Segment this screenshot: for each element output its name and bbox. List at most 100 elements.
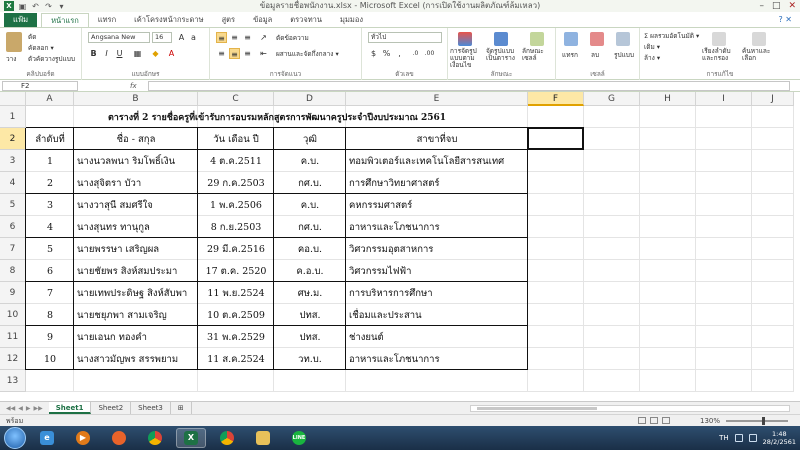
insert-function-icon[interactable]: fx [130, 80, 137, 92]
table-row-cell[interactable]: ค.อ.บ. [277, 260, 343, 282]
align-center-icon[interactable]: ≡ [229, 48, 240, 59]
paste-button[interactable]: วาง [6, 54, 16, 64]
page-break-view-icon[interactable] [662, 417, 670, 424]
align-bottom-icon[interactable]: ≡ [242, 32, 253, 43]
format-cells-icon[interactable] [616, 32, 630, 46]
table-row-cell[interactable]: 17 ต.ค. 2520 [201, 260, 271, 282]
table-row-cell[interactable]: นางสาวมัญพร สรรพยาม [77, 348, 195, 370]
row-header-4[interactable]: 4 [0, 172, 26, 194]
taskbar-clock[interactable]: 1:48 28/2/2561 [763, 430, 796, 446]
font-color-icon[interactable]: A [166, 48, 177, 59]
column-header-g[interactable]: G [584, 92, 640, 106]
increase-decimal-icon[interactable]: .0 [410, 48, 421, 59]
clear-button[interactable]: ล้าง ▾ [644, 53, 660, 63]
first-sheet-icon[interactable]: ◀◀ [6, 405, 15, 412]
row-header-2[interactable]: 2 [0, 128, 26, 150]
font-name-combo[interactable]: Angsana New [88, 32, 150, 43]
table-row-cell[interactable]: 1 [29, 150, 71, 172]
wrap-text-button[interactable]: ตัดข้อความ [276, 33, 309, 43]
table-row-cell[interactable]: ศษ.ม. [277, 282, 343, 304]
table-row-cell[interactable]: ค.บ. [277, 194, 343, 216]
maximize-button[interactable]: □ [772, 0, 781, 12]
column-header-c[interactable]: C [198, 92, 274, 106]
table-row-cell[interactable]: นางสุจิตรา บัวา [77, 172, 195, 194]
normal-view-icon[interactable] [638, 417, 646, 424]
table-row-cell[interactable]: 7 [29, 282, 71, 304]
prev-sheet-icon[interactable]: ◀ [18, 405, 23, 412]
tab-page-layout[interactable]: เค้าโครงหน้ากระดาษ [125, 13, 212, 27]
table-header-cell[interactable]: วุฒิ [277, 128, 343, 150]
row-header-7[interactable]: 7 [0, 238, 26, 260]
comma-style-icon[interactable]: , [394, 48, 405, 59]
table-row-cell[interactable]: 2 [29, 172, 71, 194]
last-sheet-icon[interactable]: ▶▶ [33, 405, 42, 412]
cell-styles-icon[interactable] [530, 32, 544, 46]
shrink-font-icon[interactable]: a [188, 32, 199, 43]
table-row-cell[interactable]: วท.บ. [277, 348, 343, 370]
tab-view[interactable]: มุมมอง [331, 13, 372, 27]
table-row-cell[interactable]: 31 พ.ค.2529 [201, 326, 271, 348]
paste-icon[interactable] [6, 32, 22, 52]
column-header-i[interactable]: I [696, 92, 752, 106]
table-row-cell[interactable]: ปทส. [277, 326, 343, 348]
table-row-cell[interactable]: คหกรรมศาสตร์ [349, 194, 525, 216]
next-sheet-icon[interactable]: ▶ [26, 405, 31, 412]
align-left-icon[interactable]: ≡ [216, 48, 227, 59]
minimize-button[interactable]: – [759, 0, 764, 12]
table-row-cell[interactable]: 10 [29, 348, 71, 370]
sheet-tab-sheet1[interactable]: Sheet1 [48, 402, 92, 414]
row-header-9[interactable]: 9 [0, 282, 26, 304]
merge-center-button[interactable]: ผสานและจัดกึ่งกลาง ▾ [276, 49, 339, 59]
sort-filter-icon[interactable] [712, 32, 726, 46]
table-row-cell[interactable]: คอ.บ. [277, 238, 343, 260]
borders-icon[interactable]: ▦ [132, 48, 143, 59]
row-header-6[interactable]: 6 [0, 216, 26, 238]
table-row-cell[interactable]: ปทส. [277, 304, 343, 326]
column-header-a[interactable]: A [26, 92, 74, 106]
table-header-cell[interactable]: ชื่อ - สกุล [77, 128, 195, 150]
taskbar-media-player[interactable]: ▶ [68, 428, 98, 448]
insert-cells-button[interactable]: แทรก [562, 50, 578, 60]
table-row-cell[interactable]: 29 ก.ค.2503 [201, 172, 271, 194]
format-as-table-button[interactable]: จัดรูปแบบเป็นตาราง [486, 48, 520, 62]
table-row-cell[interactable]: 11 ส.ค.2524 [201, 348, 271, 370]
tray-network-icon[interactable] [734, 434, 743, 442]
table-row-cell[interactable]: ช่างยนต์ [349, 326, 525, 348]
table-header-cell[interactable]: สาขาที่จบ [349, 128, 525, 150]
table-row-cell[interactable]: 3 [29, 194, 71, 216]
tray-volume-icon[interactable] [748, 434, 757, 442]
row-header-11[interactable]: 11 [0, 326, 26, 348]
table-row-cell[interactable]: 10 ต.ค.2509 [201, 304, 271, 326]
row-header-13[interactable]: 13 [0, 370, 26, 392]
row-header-8[interactable]: 8 [0, 260, 26, 282]
horizontal-scroll-thumb[interactable] [477, 407, 597, 410]
table-row-cell[interactable]: การศึกษาวิทยาศาสตร์ [349, 172, 525, 194]
table-row-cell[interactable]: 9 [29, 326, 71, 348]
tab-home[interactable]: หน้าแรก [41, 13, 89, 27]
fill-button[interactable]: เติม ▾ [644, 42, 660, 52]
column-header-j[interactable]: J [752, 92, 794, 106]
table-row-cell[interactable]: 6 [29, 260, 71, 282]
table-row-cell[interactable]: อาหารและโภชนาการ [349, 348, 525, 370]
zoom-slider[interactable] [726, 417, 788, 425]
find-select-icon[interactable] [752, 32, 766, 46]
taskbar-excel[interactable]: X [176, 428, 206, 448]
table-row-cell[interactable]: วิศวกรรมไฟฟ้า [349, 260, 525, 282]
zoom-slider-knob[interactable] [762, 417, 765, 425]
underline-button[interactable]: U [114, 48, 125, 59]
sort-filter-button[interactable]: เรียงลำดับและกรอง [702, 48, 738, 62]
horizontal-scrollbar[interactable] [470, 405, 790, 412]
cut-button[interactable]: ตัด [28, 32, 36, 42]
table-row-cell[interactable]: 1 พ.ค.2506 [201, 194, 271, 216]
table-row-cell[interactable]: ค.บ. [277, 150, 343, 172]
align-right-icon[interactable]: ≡ [242, 48, 253, 59]
taskbar-folder[interactable] [248, 428, 278, 448]
row-header-12[interactable]: 12 [0, 348, 26, 370]
table-row-cell[interactable]: อาหารและโภชนาการ [349, 216, 525, 238]
find-select-button[interactable]: ค้นหาและเลือก [742, 48, 778, 62]
table-row-cell[interactable]: นายเทพประดิษฐ สิงห์สับพา [77, 282, 195, 304]
conditional-formatting-button[interactable]: การจัดรูปแบบตามเงื่อนไข [450, 48, 484, 69]
taskbar-explorer[interactable]: e [32, 428, 62, 448]
column-header-h[interactable]: H [640, 92, 696, 106]
active-cell-selection[interactable] [527, 127, 584, 150]
